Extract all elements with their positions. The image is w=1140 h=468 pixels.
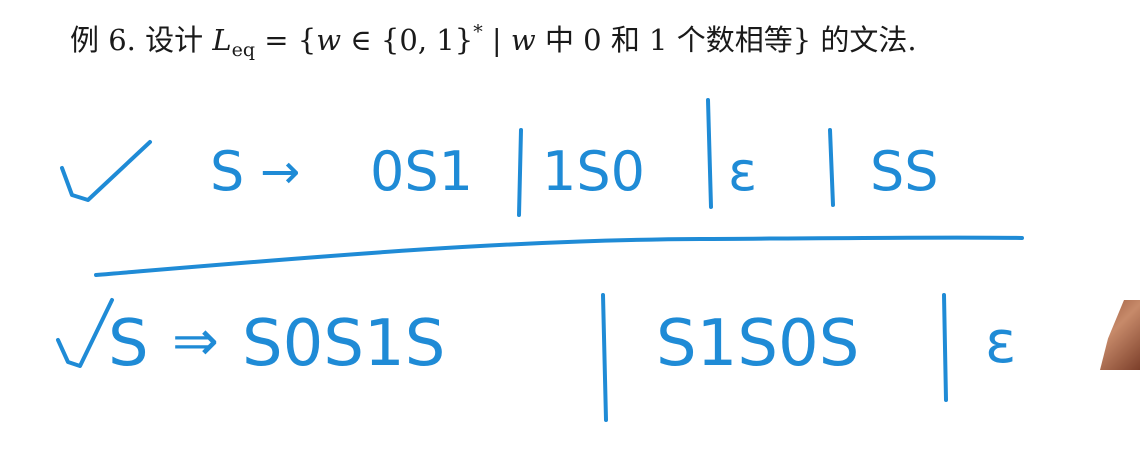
line1-alt2: 1S0 xyxy=(542,140,645,203)
check-mark-1-icon xyxy=(60,140,152,202)
line2-bar-2 xyxy=(942,293,948,402)
handwritten-ink: S → 0S1 1S0 ε SS S ⇒ S0S1S S1S0S ε xyxy=(56,98,1024,422)
line2-arrow: ⇒ xyxy=(172,309,219,374)
line1-alt3: ε xyxy=(728,140,757,203)
check-mark-2-icon xyxy=(56,298,114,368)
line1-alt4: SS xyxy=(870,140,939,203)
line1-lhs: S xyxy=(210,140,244,203)
line1-bar-1 xyxy=(517,128,523,217)
line1-alt1: 0S1 xyxy=(370,140,473,203)
line2-alt2: S1S0S xyxy=(656,307,859,381)
line2-lhs: S xyxy=(108,307,149,381)
line1-arrow: → xyxy=(260,144,300,200)
divider-line xyxy=(94,235,1024,277)
line1-bar-3 xyxy=(828,128,835,207)
line2-bar-1 xyxy=(601,293,608,422)
line2-alt3: ε xyxy=(985,308,1016,376)
line2-alt1: S0S1S xyxy=(242,307,445,381)
lecture-slide: 例 6. 设计 Leq = {w ∈ {0, 1}* | w 中 0 和 1 个… xyxy=(0,0,1140,468)
line1-bar-2 xyxy=(706,98,713,209)
